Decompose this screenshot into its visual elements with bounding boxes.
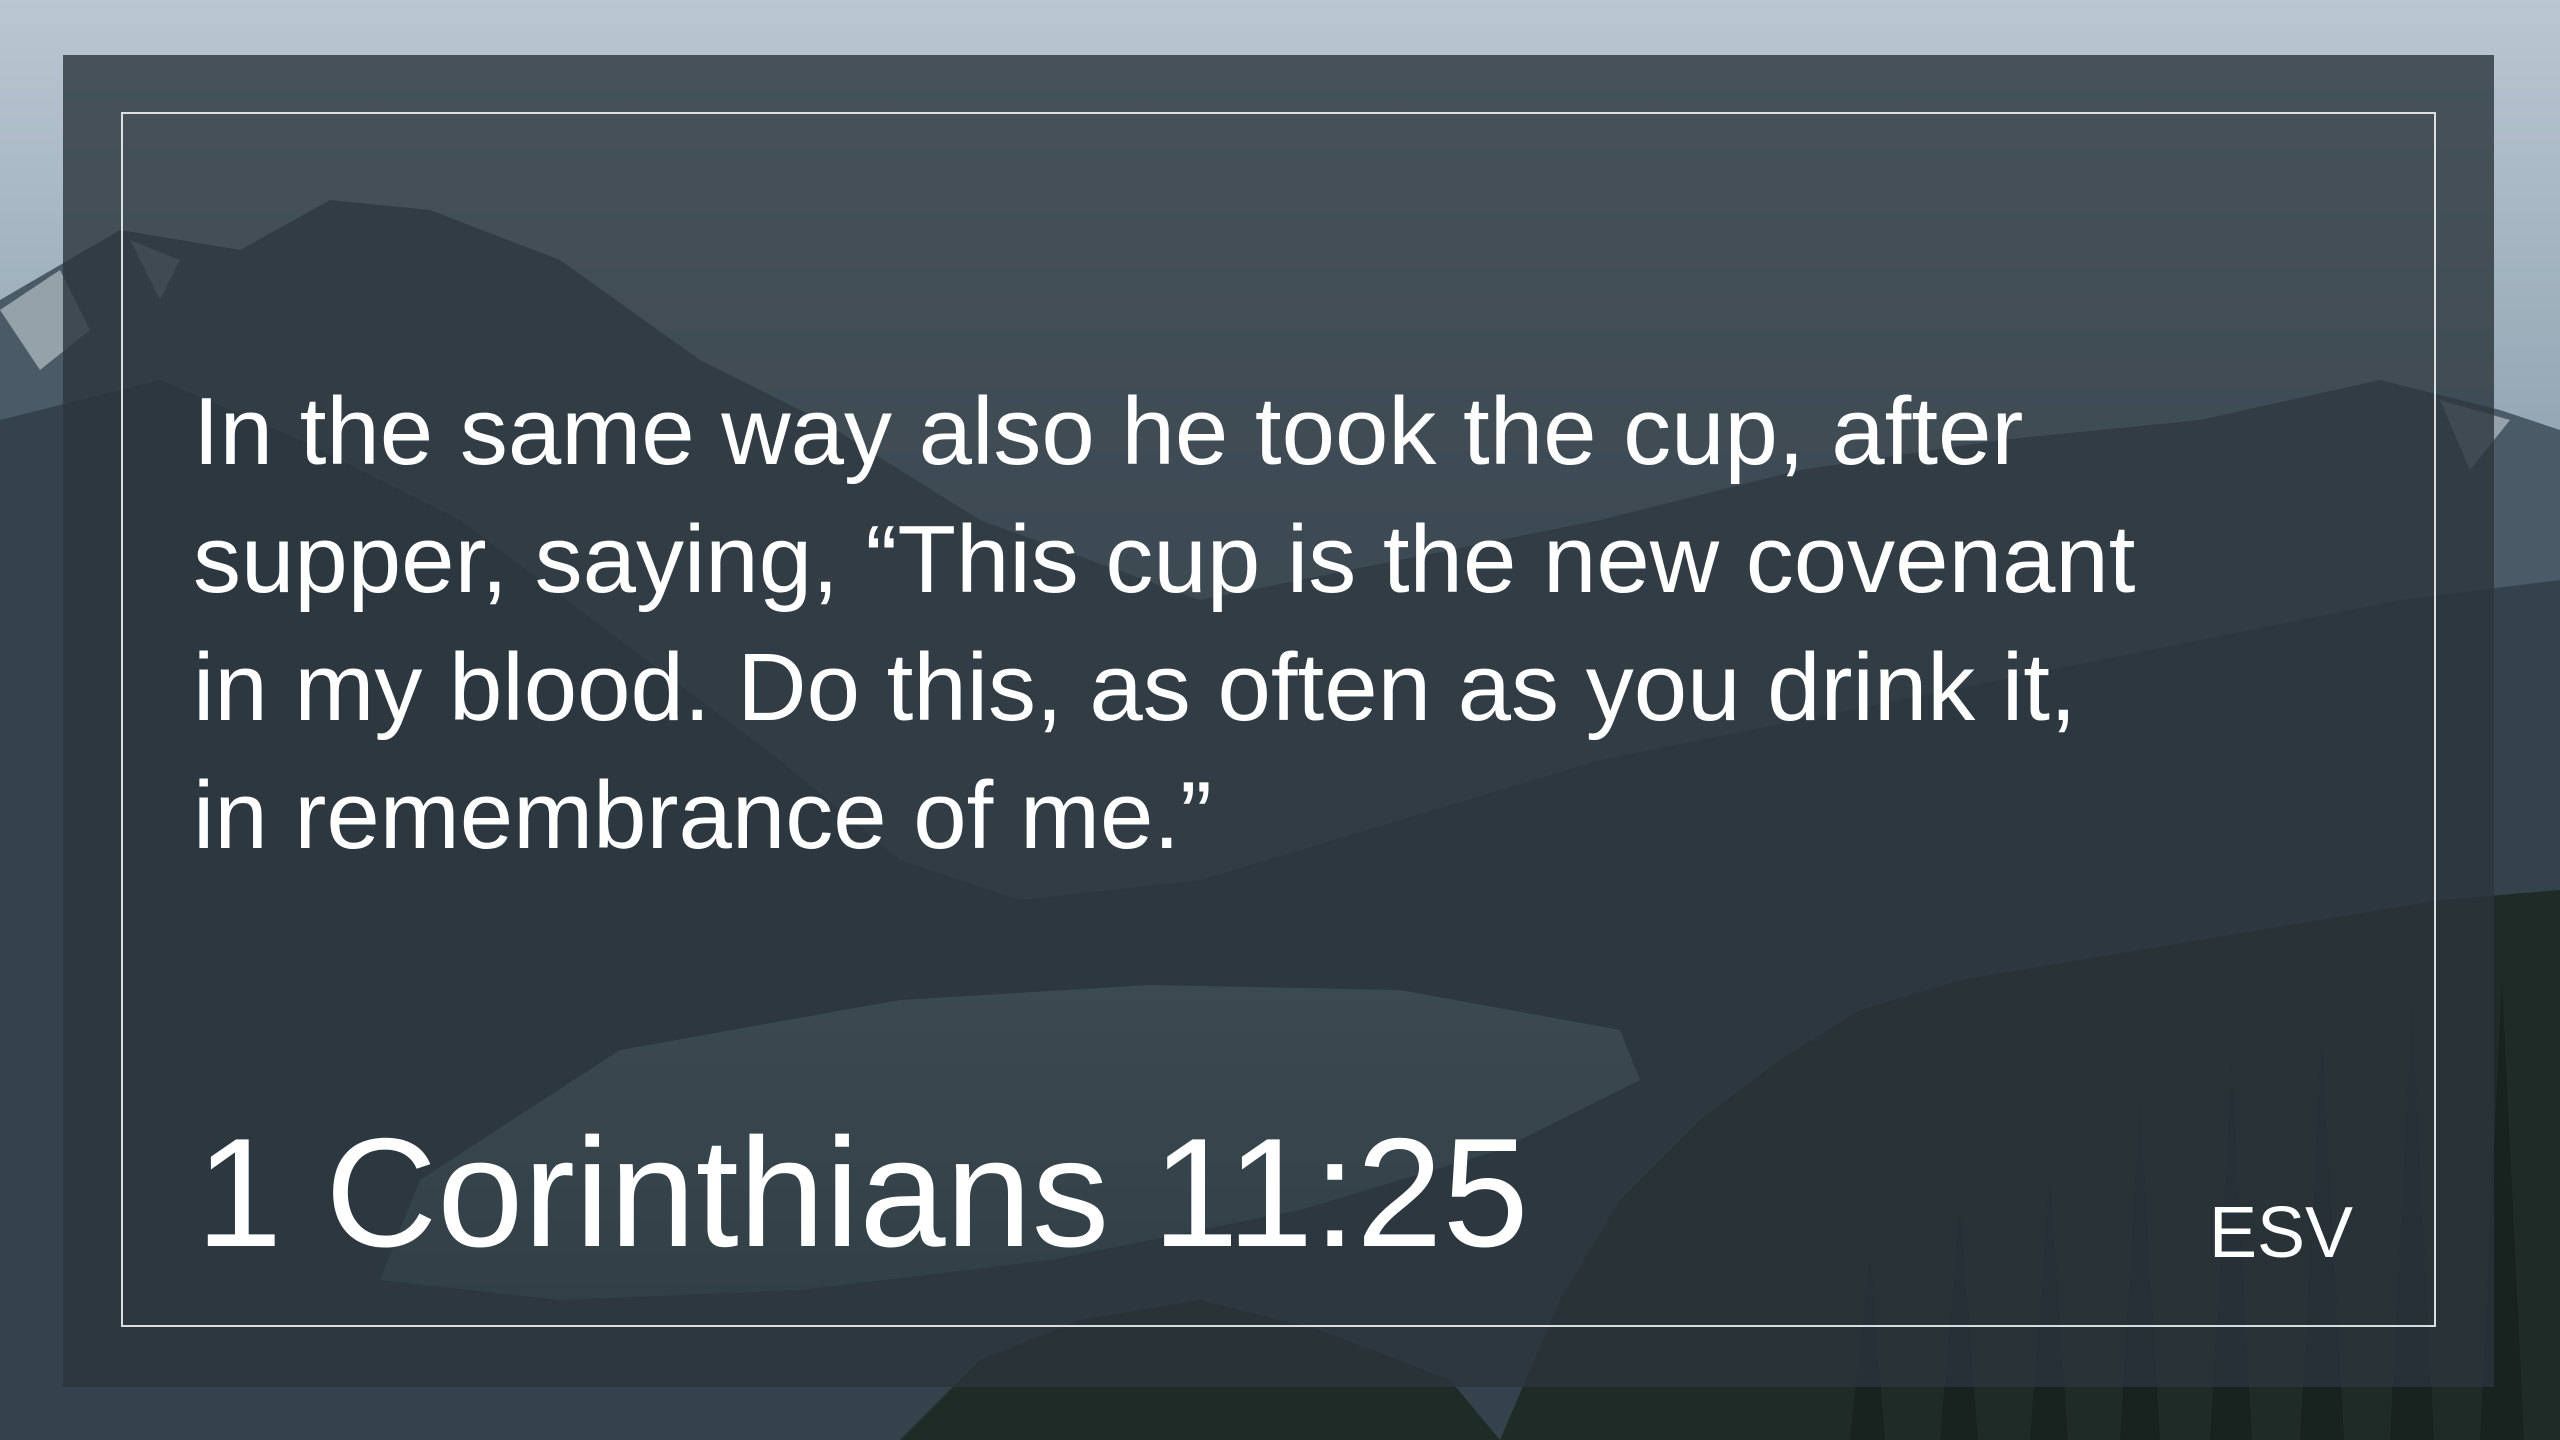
scripture-slide: In the same way also he took the cup, af… — [0, 0, 2560, 1440]
scripture-reference: 1 Corinthians 11:25 — [196, 1106, 1529, 1279]
bible-version-label: ESV — [2209, 1193, 2354, 1273]
verse-text: In the same way also he took the cup, af… — [193, 378, 2136, 869]
